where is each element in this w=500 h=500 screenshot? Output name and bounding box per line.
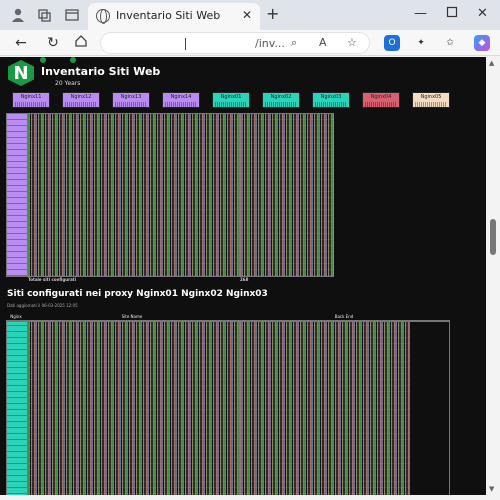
tab-bar: Inventario Siti Web ✕ + — ✕	[0, 0, 500, 30]
proxy-name: Nginx04	[370, 94, 392, 100]
proxy-name: Nginx12	[70, 94, 92, 100]
globe-icon	[96, 9, 110, 24]
page-title: Inventario Siti Web	[41, 65, 161, 78]
proxy-details	[315, 102, 347, 107]
proxy-name: Nginx03	[320, 94, 342, 100]
proxy-name: Nginx14	[170, 94, 192, 100]
proxy-name: Nginx01	[220, 94, 242, 100]
close-window-icon[interactable]: ✕	[477, 6, 488, 22]
sites-table-2	[6, 321, 450, 495]
home-icon[interactable]	[72, 34, 90, 52]
scroll-down-icon[interactable]: ▼	[489, 485, 494, 493]
section-title: Siti configurati nei proxy Nginx01 Nginx…	[7, 289, 268, 299]
page-viewport: N Inventario Siti Web 20 Years Nginx11 N…	[0, 57, 486, 495]
profile-icon[interactable]	[10, 7, 26, 23]
column-divider	[27, 322, 28, 495]
column-divider	[239, 322, 240, 495]
logo-dot	[70, 57, 76, 63]
column-divider	[239, 114, 240, 276]
site-name-column	[27, 114, 239, 276]
total-label: Totale siti configurati	[28, 277, 77, 282]
back-end-column	[240, 322, 410, 495]
proxy-details	[215, 102, 247, 107]
address-bar[interactable]: /inv... ⌕ A ☆	[100, 32, 370, 54]
proxy-details	[415, 102, 447, 107]
maximize-icon[interactable]	[446, 6, 458, 23]
proxy-details	[365, 102, 397, 107]
sites-table-1	[6, 113, 334, 277]
proxy-name: Nginx13	[120, 94, 142, 100]
address-text: /inv...	[255, 37, 285, 50]
back-icon[interactable]: ←	[12, 34, 30, 52]
proxy-card-nginx04[interactable]: Nginx04	[362, 92, 400, 108]
proxy-card-nginx05[interactable]: Nginx05	[412, 92, 450, 108]
window-bottom-edge	[0, 495, 500, 500]
tab-title: Inventario Siti Web	[116, 9, 221, 22]
proxy-details	[165, 102, 197, 107]
text-cursor	[185, 38, 186, 50]
proxy-card-nginx03[interactable]: Nginx03	[312, 92, 350, 108]
zoom-icon[interactable]: ⌕	[291, 36, 297, 50]
refresh-icon[interactable]: ↻	[44, 34, 62, 52]
proxy-card-nginx02[interactable]: Nginx02	[262, 92, 300, 108]
row-lines	[7, 322, 27, 495]
workspaces-icon[interactable]	[36, 7, 52, 23]
read-aloud-icon[interactable]: A	[319, 36, 327, 49]
column-header-index: Nginx	[6, 313, 26, 321]
outlook-extension-icon[interactable]: O	[384, 35, 400, 51]
page-subtitle: 20 Years	[55, 80, 81, 87]
extensions-icon[interactable]: ✦	[413, 35, 429, 51]
logo-dot	[40, 57, 46, 63]
navigation-bar: ← ↻ /inv... ⌕ A ☆ O ✦ ✩ ◆	[0, 30, 500, 56]
tab-actions-icon[interactable]	[64, 7, 80, 23]
scrollbar-thumb[interactable]	[490, 219, 496, 255]
back-end-column	[240, 114, 334, 276]
active-tab[interactable]: Inventario Siti Web ✕	[88, 3, 260, 30]
proxy-card-nginx01[interactable]: Nginx01	[212, 92, 250, 108]
minimize-icon[interactable]: —	[414, 6, 427, 22]
favorite-star-icon[interactable]: ☆	[347, 36, 357, 49]
proxy-card-nginx11[interactable]: Nginx11	[12, 92, 50, 108]
total-value: 268	[240, 277, 249, 282]
new-tab-button[interactable]: +	[266, 6, 279, 22]
proxy-card-nginx14[interactable]: Nginx14	[162, 92, 200, 108]
nginx-logo: N	[8, 60, 34, 86]
close-tab-icon[interactable]: ✕	[242, 8, 252, 22]
proxy-details	[65, 102, 97, 107]
total-row: Totale siti configurati 268	[6, 276, 334, 283]
proxy-details	[15, 102, 47, 107]
section-updated: Dati aggiornati il 06-03-2025 12:05	[7, 303, 78, 308]
proxy-name: Nginx11	[20, 94, 42, 100]
browser-window: Inventario Siti Web ✕ + — ✕ ← ↻ /inv... …	[0, 0, 500, 500]
favorites-icon[interactable]: ✩	[442, 35, 458, 51]
proxy-card-nginx12[interactable]: Nginx12	[62, 92, 100, 108]
proxy-details	[265, 102, 297, 107]
row-lines	[7, 114, 27, 276]
scroll-up-icon[interactable]: ▲	[489, 59, 494, 67]
proxy-card-nginx13[interactable]: Nginx13	[112, 92, 150, 108]
proxy-name: Nginx02	[270, 94, 292, 100]
site-name-column	[27, 322, 239, 495]
column-header-site-name: Site Name	[26, 313, 238, 321]
vertical-scrollbar[interactable]: ▲ ▼	[486, 57, 500, 495]
proxy-name: Nginx05	[420, 94, 442, 100]
column-header-back-end: Back End	[238, 313, 450, 321]
column-divider	[27, 114, 28, 276]
proxy-details	[115, 102, 147, 107]
copilot-icon[interactable]: ◆	[474, 35, 490, 51]
